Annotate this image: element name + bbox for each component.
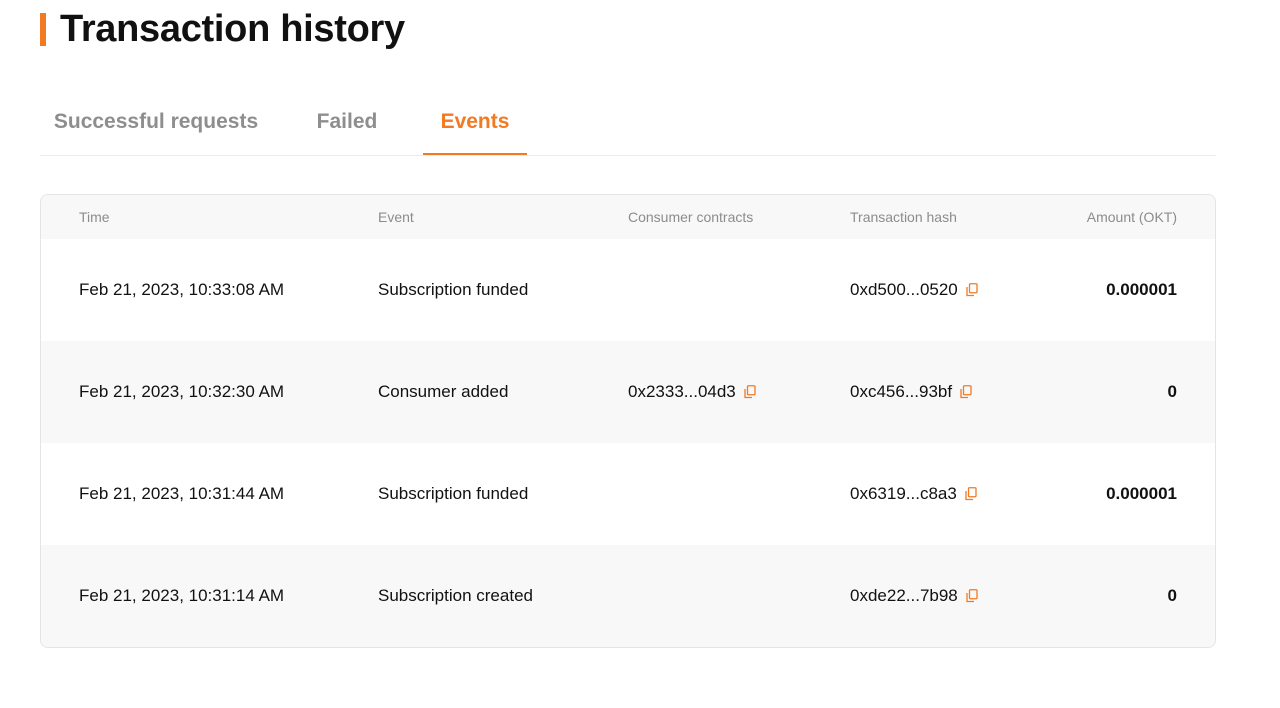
- title-accent-bar: [40, 12, 46, 46]
- table-row: Feb 21, 2023, 10:32:30 AM Consumer added…: [41, 341, 1215, 443]
- tab-failed[interactable]: Failed: [299, 90, 395, 154]
- page-header: Transaction history: [40, 6, 405, 52]
- cell-event: Subscription funded: [378, 484, 529, 503]
- transaction-hash-value[interactable]: 0xde22...7b98: [850, 545, 958, 647]
- cell-event: Subscription funded: [378, 280, 529, 299]
- copy-icon[interactable]: [965, 487, 977, 501]
- cell-amount: 0: [1167, 382, 1177, 401]
- column-header-consumer-contracts: Consumer contracts: [628, 209, 754, 225]
- cell-transaction-hash: 0x6319...c8a3: [850, 443, 977, 545]
- cell-amount: 0: [1167, 586, 1177, 605]
- events-table: Time Event Consumer contracts Transactio…: [40, 194, 1216, 648]
- table-row: Feb 21, 2023, 10:33:08 AM Subscription f…: [41, 239, 1215, 341]
- column-header-transaction-hash: Transaction hash: [850, 209, 957, 225]
- cell-time: Feb 21, 2023, 10:31:14 AM: [79, 586, 285, 605]
- copy-icon[interactable]: [966, 589, 978, 603]
- transaction-hash-value[interactable]: 0x6319...c8a3: [850, 443, 957, 545]
- table-header: Time Event Consumer contracts Transactio…: [41, 195, 1215, 239]
- column-header-amount: Amount (OKT): [1086, 209, 1177, 225]
- cell-time: Feb 21, 2023, 10:33:08 AM: [79, 280, 285, 299]
- transaction-hash-value[interactable]: 0xd500...0520: [850, 239, 958, 341]
- cell-consumer-contract: 0x2333...04d3: [628, 341, 756, 443]
- transaction-hash-value[interactable]: 0xc456...93bf: [850, 341, 952, 443]
- cell-time: Feb 21, 2023, 10:31:44 AM: [79, 484, 285, 503]
- table-row: Feb 21, 2023, 10:31:44 AM Subscription f…: [41, 443, 1215, 545]
- cell-transaction-hash: 0xde22...7b98: [850, 545, 978, 647]
- cell-amount: 0.000001: [1106, 280, 1177, 299]
- copy-icon[interactable]: [966, 283, 978, 297]
- tab-successful-requests[interactable]: Successful requests: [40, 90, 272, 154]
- column-header-event: Event: [378, 209, 414, 225]
- cell-transaction-hash: 0xd500...0520: [850, 239, 978, 341]
- copy-icon[interactable]: [744, 385, 756, 399]
- page-title: Transaction history: [60, 7, 405, 50]
- consumer-contract-value[interactable]: 0x2333...04d3: [628, 341, 736, 443]
- copy-icon[interactable]: [960, 385, 972, 399]
- cell-event: Consumer added: [378, 382, 509, 401]
- cell-event: Subscription created: [378, 586, 533, 605]
- column-header-time: Time: [79, 209, 110, 225]
- tab-events[interactable]: Events: [423, 90, 527, 155]
- table-row: Feb 21, 2023, 10:31:14 AM Subscription c…: [41, 545, 1215, 647]
- cell-time: Feb 21, 2023, 10:32:30 AM: [79, 382, 285, 401]
- tab-bar: Successful requests Failed Events: [40, 90, 1216, 156]
- cell-transaction-hash: 0xc456...93bf: [850, 341, 972, 443]
- cell-amount: 0.000001: [1106, 484, 1177, 503]
